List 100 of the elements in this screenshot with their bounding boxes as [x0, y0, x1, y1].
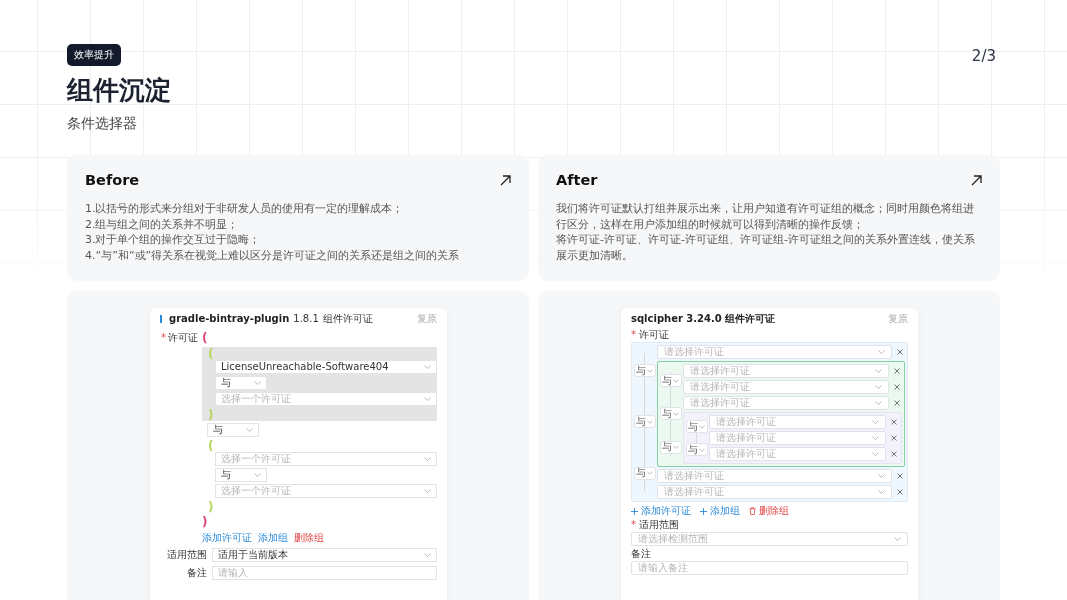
operator-select[interactable]: 与 — [215, 376, 267, 390]
operator-select[interactable]: 与 — [207, 423, 259, 437]
card-text: 我们将许可证默认打组并展示出来，让用户知道有许可证组的概念；同时用颜色将组进行区分，这样在用户添加组的时候就可以得到清晰的操作反馈； — [556, 201, 975, 232]
action-link[interactable]: 添加许可证 — [202, 532, 252, 544]
close-icon[interactable] — [894, 400, 900, 406]
field-label: 备注 — [186, 567, 208, 579]
plus-icon — [700, 507, 707, 515]
note-input[interactable]: 请输入 — [212, 566, 437, 580]
caret-icon — [647, 471, 653, 476]
page-subtitle: 条件选择器 — [67, 115, 138, 133]
field-label: 适用范围 — [639, 518, 679, 531]
action-link[interactable]: 删除组 — [294, 532, 324, 544]
bracket: ( — [208, 438, 214, 453]
field-label: 适用范围 — [166, 549, 208, 561]
license-select[interactable]: LicenseUnreachable-Software404 — [215, 360, 437, 374]
card-title: Before — [85, 172, 140, 188]
caret-icon — [424, 553, 431, 557]
license-select[interactable]: 请选择许可证 — [683, 380, 889, 394]
operator-select[interactable]: 与 — [659, 440, 682, 454]
bracket: ) — [208, 499, 214, 514]
caret-icon — [673, 378, 679, 383]
close-icon[interactable] — [897, 349, 903, 355]
required-mark: * — [631, 328, 636, 341]
caret-icon — [878, 350, 885, 354]
caret-icon — [673, 445, 679, 450]
bracket: ( — [208, 346, 214, 361]
caret-icon — [699, 447, 705, 452]
caret-icon — [875, 385, 882, 389]
card-title: After — [556, 172, 598, 188]
close-icon[interactable] — [891, 451, 897, 457]
scope-select[interactable]: 请选择检测范围 — [631, 532, 908, 546]
caret-icon — [254, 473, 261, 477]
close-icon[interactable] — [897, 489, 903, 495]
license-select[interactable]: 请选择许可证 — [657, 485, 892, 499]
license-select[interactable]: 请选择许可证 — [657, 345, 892, 359]
operator-select[interactable]: 与 — [659, 374, 682, 388]
license-select[interactable]: 请选择许可证 — [709, 447, 886, 461]
field-label: 许可证 — [639, 328, 669, 341]
scope-select[interactable]: 适用于当前版本 — [212, 548, 437, 562]
operator-select[interactable]: 与 — [633, 415, 656, 429]
license-select[interactable]: 请选择许可证 — [683, 364, 889, 378]
action-link[interactable]: 添加许可证 — [641, 505, 691, 517]
operator-select[interactable]: 与 — [215, 468, 267, 482]
arrow-icon[interactable] — [971, 174, 982, 186]
required-mark: * — [631, 518, 636, 531]
operator-select[interactable]: 与 — [685, 443, 708, 456]
license-select[interactable]: 请选择许可证 — [709, 415, 886, 429]
caret-icon — [424, 489, 431, 493]
license-select[interactable]: 请选择许可证 — [657, 469, 892, 483]
reset-link[interactable]: 复原 — [417, 313, 437, 325]
caret-icon — [424, 365, 431, 369]
card-text: 将许可证-许可证、许可证-许可证组、许可证组-许可证组之间的关系外置连线，使关系展示更加清晰。 — [556, 232, 976, 263]
bracket: ) — [202, 515, 208, 529]
close-icon[interactable] — [897, 473, 903, 479]
field-label: 备注 — [631, 547, 651, 560]
caret-icon — [878, 490, 885, 494]
caret-icon — [872, 452, 879, 456]
caret-icon — [246, 428, 253, 432]
card-text: 3.对于单个组的操作交互过于隐晦； — [85, 232, 262, 248]
accent-bar — [160, 315, 162, 323]
card-text: 1.以括号的形式来分组对于非研发人员的使用有一定的理解成本； — [85, 201, 405, 217]
page-title: 组件沉淀 — [67, 74, 171, 107]
arrow-icon[interactable] — [500, 174, 511, 186]
caret-icon — [254, 381, 261, 385]
form-title: sqlcipher 3.24.0 组件许可证 — [631, 313, 776, 325]
bracket: ( — [202, 331, 208, 345]
required-mark: * — [161, 332, 166, 344]
bracket: ) — [208, 407, 214, 422]
caret-icon — [673, 412, 679, 416]
card-text: 2.组与组之间的关系并不明显； — [85, 216, 240, 232]
form-title: 组件许可证 — [322, 313, 373, 325]
field-label: 许可证 — [168, 332, 198, 344]
operator-select[interactable]: 与 — [633, 364, 656, 378]
close-icon[interactable] — [894, 368, 900, 374]
operator-select[interactable]: 与 — [633, 466, 656, 480]
caret-icon — [875, 369, 882, 373]
license-select[interactable]: 请选择许可证 — [683, 396, 889, 410]
close-icon[interactable] — [891, 435, 897, 441]
action-link[interactable]: 添加组 — [258, 532, 288, 544]
caret-icon — [424, 457, 431, 461]
caret-icon — [699, 424, 705, 429]
component-version: 1.8.1 — [293, 313, 319, 325]
plus-icon — [631, 507, 638, 515]
caret-icon — [894, 537, 901, 541]
reset-link[interactable]: 复原 — [888, 313, 908, 325]
operator-select[interactable]: 与 — [659, 407, 682, 421]
component-name: gradle-bintray-plugin — [169, 313, 290, 325]
close-icon[interactable] — [891, 419, 897, 425]
action-link[interactable]: 添加组 — [710, 505, 740, 517]
operator-select[interactable]: 与 — [685, 420, 708, 433]
caret-icon — [424, 397, 431, 401]
caret-icon — [647, 368, 653, 373]
section-badge: 效率提升 — [67, 44, 121, 66]
trash-icon — [749, 507, 756, 515]
license-select[interactable]: 请选择许可证 — [709, 431, 886, 445]
action-link[interactable]: 删除组 — [759, 505, 789, 517]
note-input[interactable]: 请输入备注 — [631, 561, 908, 575]
close-icon[interactable] — [894, 384, 900, 390]
page-indicator: 2/3 — [971, 47, 996, 65]
card-text: 4.“与”和“或”得关系在视觉上难以区分是许可证之间的关系还是组之间的关系 — [85, 247, 461, 263]
